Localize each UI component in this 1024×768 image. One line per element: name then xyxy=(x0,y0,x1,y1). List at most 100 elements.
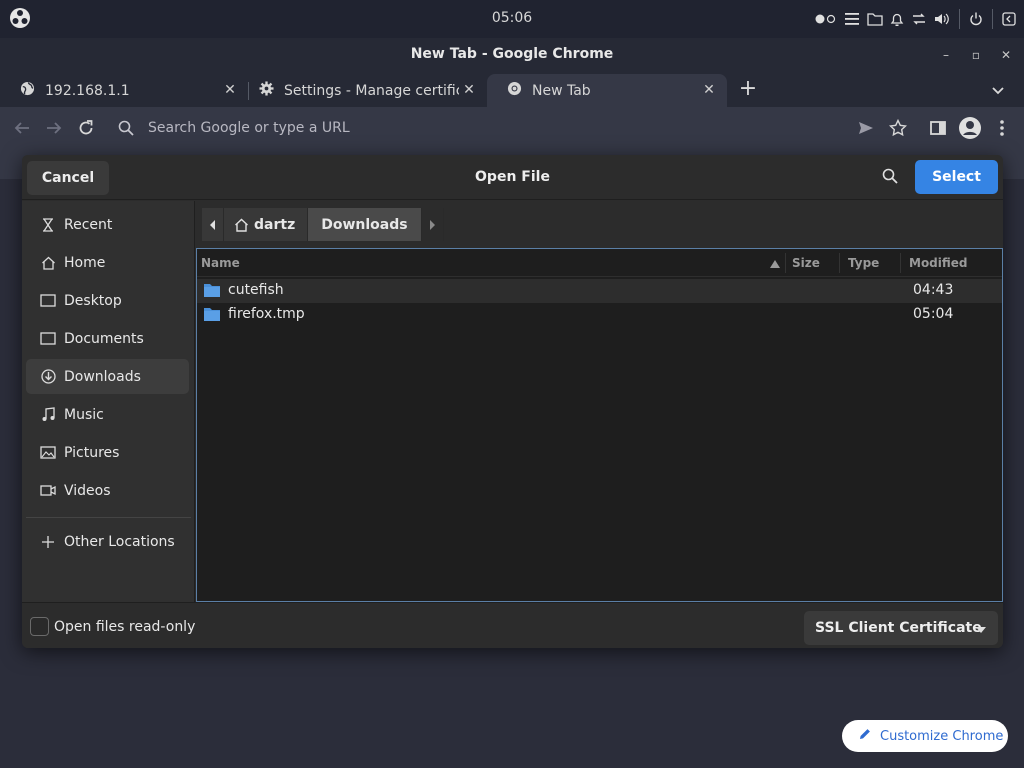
sidebar-item-music[interactable]: Music xyxy=(26,397,189,432)
file-filter-dropdown[interactable]: SSL Client Certificate xyxy=(804,611,998,645)
system-top-bar: 05:06 xyxy=(0,0,1024,38)
close-window-button[interactable]: ✕ xyxy=(996,45,1016,65)
close-tab-icon[interactable]: ✕ xyxy=(701,82,717,98)
globe-icon xyxy=(20,81,35,100)
chrome-icon xyxy=(507,81,522,100)
reload-button[interactable] xyxy=(76,118,96,138)
tab-label: New Tab xyxy=(532,82,591,99)
side-panel-icon[interactable] xyxy=(928,118,948,138)
browser-toolbar: Search Google or type a URL xyxy=(0,107,1024,149)
show-desktop-icon[interactable] xyxy=(1002,9,1016,29)
picture-icon xyxy=(40,445,56,461)
column-divider xyxy=(785,253,786,273)
path-current-button[interactable]: Downloads xyxy=(308,208,422,241)
clock-icon xyxy=(40,217,56,233)
notification-bell-icon[interactable] xyxy=(890,9,904,29)
sidebar-item-label: Home xyxy=(64,254,106,271)
window-title: New Tab - Google Chrome xyxy=(410,46,614,62)
tab-search-icon[interactable] xyxy=(988,80,1008,100)
column-divider xyxy=(900,253,901,273)
sidebar-item-other-locations[interactable]: Other Locations xyxy=(26,524,189,559)
read-only-label: Open files read-only xyxy=(54,619,196,635)
power-icon[interactable] xyxy=(969,9,983,29)
chevron-down-icon xyxy=(976,622,986,638)
search-icon xyxy=(118,120,134,136)
table-row[interactable]: firefox.tmp 05:04 xyxy=(197,303,1002,327)
sort-ascending-icon xyxy=(770,257,780,271)
tab-settings[interactable]: Settings - Manage certificates ✕ xyxy=(239,74,487,107)
sidebar-item-downloads[interactable]: Downloads xyxy=(26,359,189,394)
path-forward-button[interactable] xyxy=(421,208,444,241)
column-size[interactable]: Size xyxy=(792,256,820,270)
sidebar-item-desktop[interactable]: Desktop xyxy=(26,283,189,318)
maximize-button[interactable]: ▫ xyxy=(966,45,986,65)
dialog-header: Cancel Open File Select xyxy=(22,155,1003,200)
send-icon[interactable] xyxy=(856,118,876,138)
column-divider xyxy=(839,253,840,273)
dialog-title: Open File xyxy=(475,169,550,185)
sidebar-item-label: Documents xyxy=(64,330,144,347)
path-home-button[interactable]: dartz xyxy=(224,208,309,241)
folder-icon xyxy=(204,283,220,297)
column-type[interactable]: Type xyxy=(848,256,879,270)
sidebar-item-pictures[interactable]: Pictures xyxy=(26,435,189,470)
select-button[interactable]: Select xyxy=(915,160,998,194)
file-filter-label: SSL Client Certificate xyxy=(815,620,982,636)
desktop-icon xyxy=(40,293,56,309)
customize-chrome-button[interactable]: Customize Chrome xyxy=(842,720,1008,752)
open-file-dialog: Cancel Open File Select Recent Home Desk… xyxy=(22,155,1003,648)
volume-icon[interactable] xyxy=(934,9,950,29)
table-row[interactable]: cutefish 04:43 xyxy=(197,279,1002,303)
sidebar-item-home[interactable]: Home xyxy=(26,245,189,280)
sidebar-item-label: Desktop xyxy=(64,292,122,309)
tab-strip: 192.168.1.1 ✕ Settings - Manage certific… xyxy=(0,72,1024,107)
profile-avatar[interactable] xyxy=(958,116,982,140)
omnibox-placeholder: Search Google or type a URL xyxy=(148,120,350,136)
dialog-footer: Open files read-only SSL Client Certific… xyxy=(22,602,1003,648)
gear-icon xyxy=(259,81,274,100)
tray-divider xyxy=(959,9,960,29)
places-sidebar: Recent Home Desktop Documents Downloads … xyxy=(22,201,195,602)
home-icon xyxy=(40,255,56,271)
system-tray xyxy=(815,8,1016,30)
sidebar-item-label: Recent xyxy=(64,216,113,233)
pencil-icon xyxy=(858,727,872,745)
sidebar-item-label: Other Locations xyxy=(64,533,175,550)
sidebar-item-recent[interactable]: Recent xyxy=(26,207,189,242)
network-icon[interactable] xyxy=(911,9,927,29)
download-icon xyxy=(40,369,56,385)
back-button[interactable] xyxy=(12,118,32,138)
close-tab-icon[interactable]: ✕ xyxy=(461,82,477,98)
home-icon xyxy=(234,218,249,232)
music-icon xyxy=(40,407,56,423)
folder-icon[interactable] xyxy=(867,9,883,29)
menu-icon[interactable] xyxy=(844,9,860,29)
forward-button[interactable] xyxy=(44,118,64,138)
customize-chrome-label: Customize Chrome xyxy=(880,728,1004,744)
tab-router[interactable]: 192.168.1.1 ✕ xyxy=(0,74,248,107)
column-name[interactable]: Name xyxy=(201,256,240,270)
plus-icon xyxy=(40,534,56,550)
read-only-checkbox[interactable] xyxy=(30,617,49,636)
file-modified: 05:04 xyxy=(913,306,954,322)
bookmark-star-icon[interactable] xyxy=(888,118,908,138)
search-icon[interactable] xyxy=(882,168,902,188)
sidebar-item-videos[interactable]: Videos xyxy=(26,473,189,508)
column-header: Name Size Type Modified xyxy=(197,249,1002,277)
sidebar-item-label: Music xyxy=(64,406,104,423)
tab-label: Settings - Manage certificates xyxy=(284,82,459,99)
column-modified[interactable]: Modified xyxy=(909,256,968,270)
tab-new-tab[interactable]: New Tab ✕ xyxy=(487,74,727,107)
more-menu-icon[interactable] xyxy=(992,118,1012,138)
sidebar-item-documents[interactable]: Documents xyxy=(26,321,189,356)
minimize-button[interactable]: – xyxy=(936,45,956,65)
omnibox[interactable]: Search Google or type a URL xyxy=(106,112,906,144)
breadcrumb: dartz Downloads xyxy=(202,208,444,241)
close-tab-icon[interactable]: ✕ xyxy=(222,82,238,98)
video-icon xyxy=(40,483,56,499)
new-tab-button[interactable]: + xyxy=(736,78,760,102)
tab-label: 192.168.1.1 xyxy=(45,82,130,99)
path-back-button[interactable] xyxy=(202,208,224,241)
file-list[interactable]: Name Size Type Modified cutefish 04:43 f… xyxy=(196,248,1003,602)
input-toggle-icon[interactable] xyxy=(815,9,837,29)
